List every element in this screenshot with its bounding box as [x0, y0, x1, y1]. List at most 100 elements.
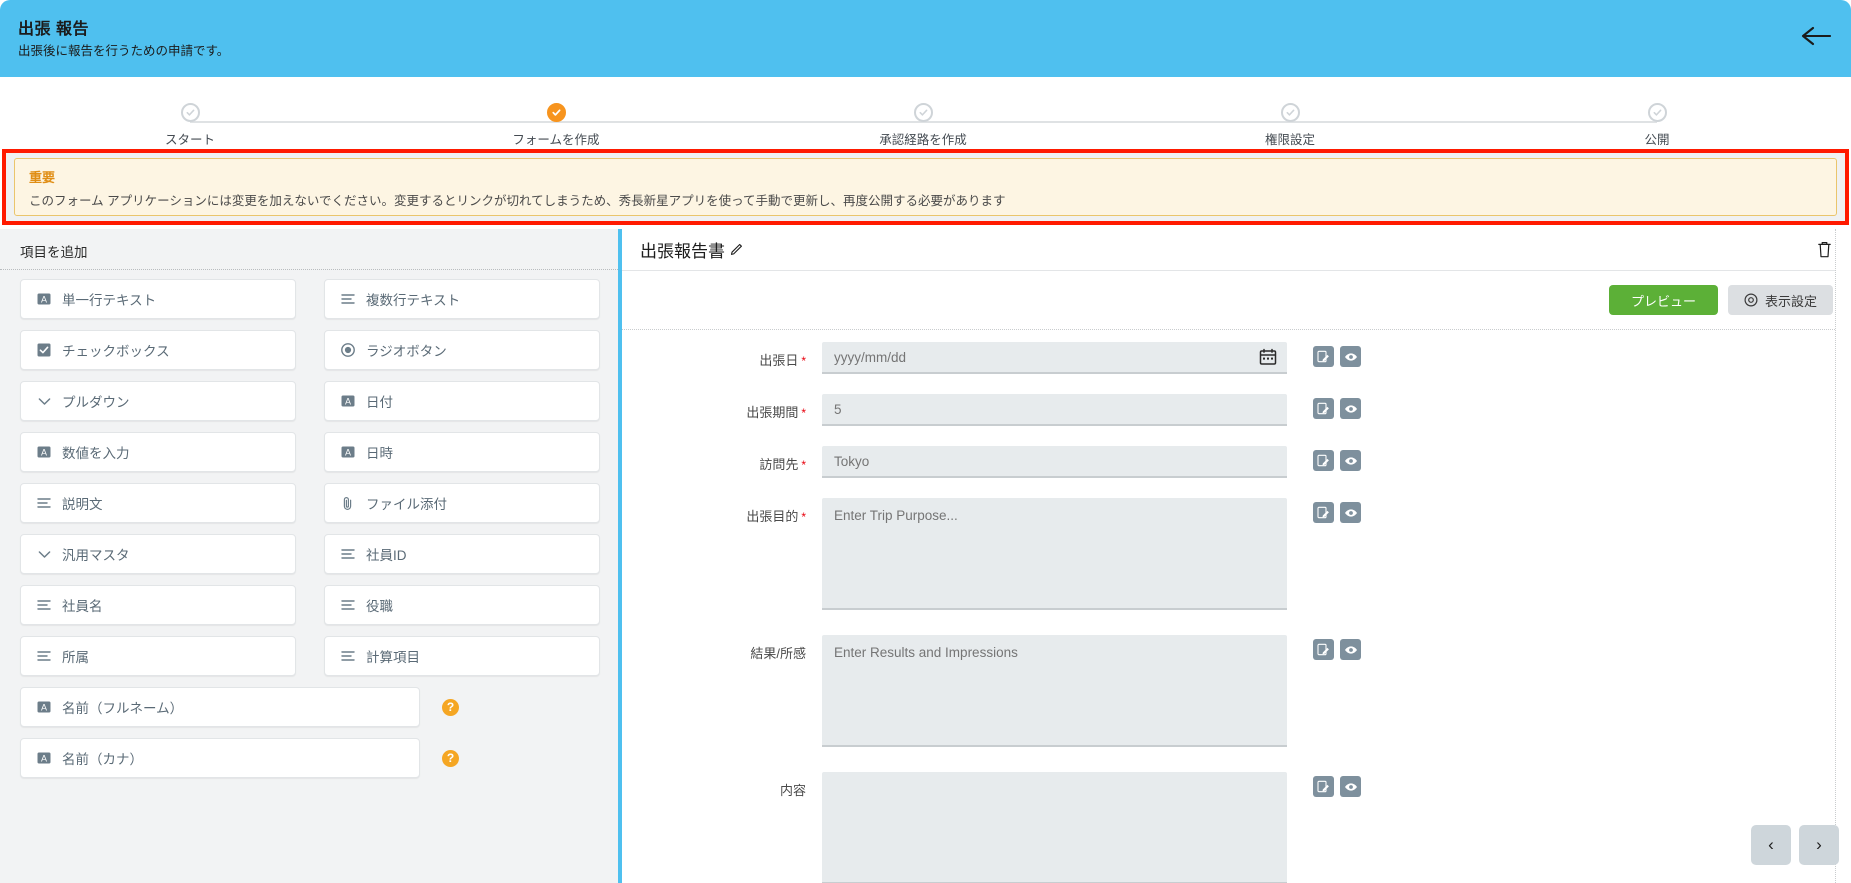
field-label: 出張目的 * — [622, 498, 822, 525]
lines-icon — [35, 647, 53, 665]
content-textarea[interactable] — [822, 772, 1287, 883]
palette-item-single-line-text[interactable]: A 単一行テキスト — [20, 279, 296, 319]
edit-icon[interactable] — [1313, 346, 1334, 367]
field-row-actions — [1313, 635, 1361, 660]
eye-icon[interactable] — [1340, 639, 1361, 660]
edit-icon[interactable] — [1313, 450, 1334, 471]
palette-item-date[interactable]: A 日付 — [324, 381, 600, 421]
palette-item-multi-line-text[interactable]: 複数行テキスト — [324, 279, 600, 319]
palette-grid: A 単一行テキスト 複数行テキスト チェックボックス ラジオボタン プルダウン … — [0, 279, 618, 778]
field-label: 内容 — [622, 772, 822, 799]
edit-icon[interactable] — [1313, 639, 1334, 660]
palette-item-description[interactable]: 説明文 — [20, 483, 296, 523]
lines-icon — [339, 596, 357, 614]
form-field-row: 結果/所感 — [622, 635, 1851, 752]
field-label: 結果/所感 — [622, 635, 822, 662]
business-trip-duration-input[interactable] — [822, 394, 1287, 426]
checkbox-icon — [35, 341, 53, 359]
palette-item-department[interactable]: 所属 — [20, 636, 296, 676]
palette-item-generic-master[interactable]: 汎用マスタ — [20, 534, 296, 574]
palette-item-position[interactable]: 役職 — [324, 585, 600, 625]
palette-item-label: 計算項目 — [366, 650, 420, 665]
form-field-row: 出張期間 * — [622, 394, 1851, 426]
field-control — [822, 394, 1287, 426]
stepper-step-5[interactable]: 公開 — [1557, 103, 1757, 148]
eye-icon[interactable] — [1340, 776, 1361, 797]
lines-icon — [339, 290, 357, 308]
help-icon[interactable]: ? — [442, 698, 459, 716]
palette-item-calculation[interactable]: 計算項目 — [324, 636, 600, 676]
pager-next-button[interactable]: › — [1799, 825, 1839, 865]
field-label: 訪問先 * — [622, 446, 822, 473]
important-notice-highlight: 重要 このフォーム アプリケーションには変更を加えないでください。変更するとリン… — [2, 149, 1849, 225]
important-notice: 重要 このフォーム アプリケーションには変更を加えないでください。変更するとリン… — [14, 158, 1837, 216]
eye-icon[interactable] — [1340, 450, 1361, 471]
eye-icon[interactable] — [1340, 502, 1361, 523]
back-button[interactable] — [1799, 20, 1833, 52]
field-label-text: 出張日 — [759, 353, 799, 368]
stepper-step-2[interactable]: フォームを作成 — [456, 103, 656, 148]
palette-item-label: 役職 — [366, 599, 393, 614]
field-row-actions — [1313, 498, 1361, 523]
edit-icon[interactable] — [1313, 502, 1334, 523]
step-dot-icon — [1280, 103, 1300, 122]
business-trip-date-input[interactable] — [822, 342, 1287, 374]
preview-button[interactable]: プレビュー — [1608, 285, 1718, 315]
stepper-step-1[interactable]: スタート — [90, 103, 290, 148]
palette-item-label: 名前（カナ） — [62, 752, 143, 767]
palette-item-label: 数値を入力 — [62, 446, 130, 461]
page-subtitle: 出張後に報告を行うための申請です。 — [18, 44, 230, 58]
required-marker: * — [801, 510, 806, 524]
display-settings-button[interactable]: 表示設定 — [1727, 285, 1833, 315]
trash-icon[interactable] — [1816, 240, 1833, 259]
eye-icon[interactable] — [1340, 398, 1361, 419]
field-control — [822, 498, 1287, 615]
pager-prev-button[interactable]: ‹ — [1751, 825, 1791, 865]
palette-item-label: ラジオボタン — [366, 344, 447, 359]
stepper-label: 公開 — [1644, 133, 1670, 147]
edit-icon[interactable] — [1313, 398, 1334, 419]
notice-message: このフォーム アプリケーションには変更を加えないでください。変更するとリンクが切… — [29, 194, 1006, 208]
field-row-actions — [1313, 342, 1361, 367]
trip-purpose-textarea[interactable] — [822, 498, 1287, 610]
text-box-icon: A — [339, 392, 357, 410]
palette-item-pulldown[interactable]: プルダウン — [20, 381, 296, 421]
palette-title: 項目を追加 — [20, 245, 88, 260]
edit-icon[interactable] — [1313, 776, 1334, 797]
palette-item-checkbox[interactable]: チェックボックス — [20, 330, 296, 370]
field-row-actions — [1313, 446, 1361, 471]
calendar-icon[interactable] — [1259, 348, 1277, 366]
destination-input[interactable] — [822, 446, 1287, 478]
palette-item-datetime[interactable]: A 日時 — [324, 432, 600, 472]
text-box-icon: A — [35, 443, 53, 461]
form-title: 出張報告書 — [640, 242, 725, 261]
field-palette-panel: 項目を追加 A 単一行テキスト 複数行テキスト チェックボックス ラジオボタン … — [0, 229, 618, 883]
stepper-step-4[interactable]: 権限設定 — [1190, 103, 1390, 148]
page-title: 出張 報告 — [18, 21, 89, 38]
palette-item-label: 複数行テキスト — [366, 293, 461, 308]
eye-icon[interactable] — [1340, 346, 1361, 367]
svg-text:A: A — [345, 396, 351, 406]
form-field-row: 出張日 * — [622, 342, 1851, 374]
form-fields-list: 出張日* 出張期間* — [622, 329, 1851, 883]
palette-item-fullname[interactable]: A 名前（フルネーム） — [20, 687, 420, 727]
field-control — [822, 446, 1287, 478]
palette-item-kana[interactable]: A 名前（カナ） — [20, 738, 420, 778]
stepper-step-3[interactable]: 承認経路を作成 — [823, 103, 1023, 148]
results-impressions-textarea[interactable] — [822, 635, 1287, 747]
palette-item-employee-name[interactable]: 社員名 — [20, 585, 296, 625]
palette-divider — [0, 269, 618, 270]
palette-item-file-attachment[interactable]: ファイル添付 — [324, 483, 600, 523]
palette-item-number-input[interactable]: A 数値を入力 — [20, 432, 296, 472]
help-icon[interactable]: ? — [442, 749, 459, 767]
step-dot-icon — [180, 103, 200, 122]
form-canvas-header: 出張報告書 — [622, 229, 1851, 271]
canvas-pager: ‹ › — [1751, 825, 1839, 865]
form-canvas-panel: 出張報告書 プレビュー 表示設定 出張日 * yyyy/mm/dd 出張期間 *… — [622, 229, 1851, 883]
field-label-text: 結果/所感 — [750, 646, 806, 661]
palette-item-radio-button[interactable]: ラジオボタン — [324, 330, 600, 370]
lines-icon — [339, 545, 357, 563]
palette-item-label: 所属 — [62, 650, 89, 665]
palette-item-employee-id[interactable]: 社員ID — [324, 534, 600, 574]
pencil-icon[interactable] — [729, 242, 744, 257]
